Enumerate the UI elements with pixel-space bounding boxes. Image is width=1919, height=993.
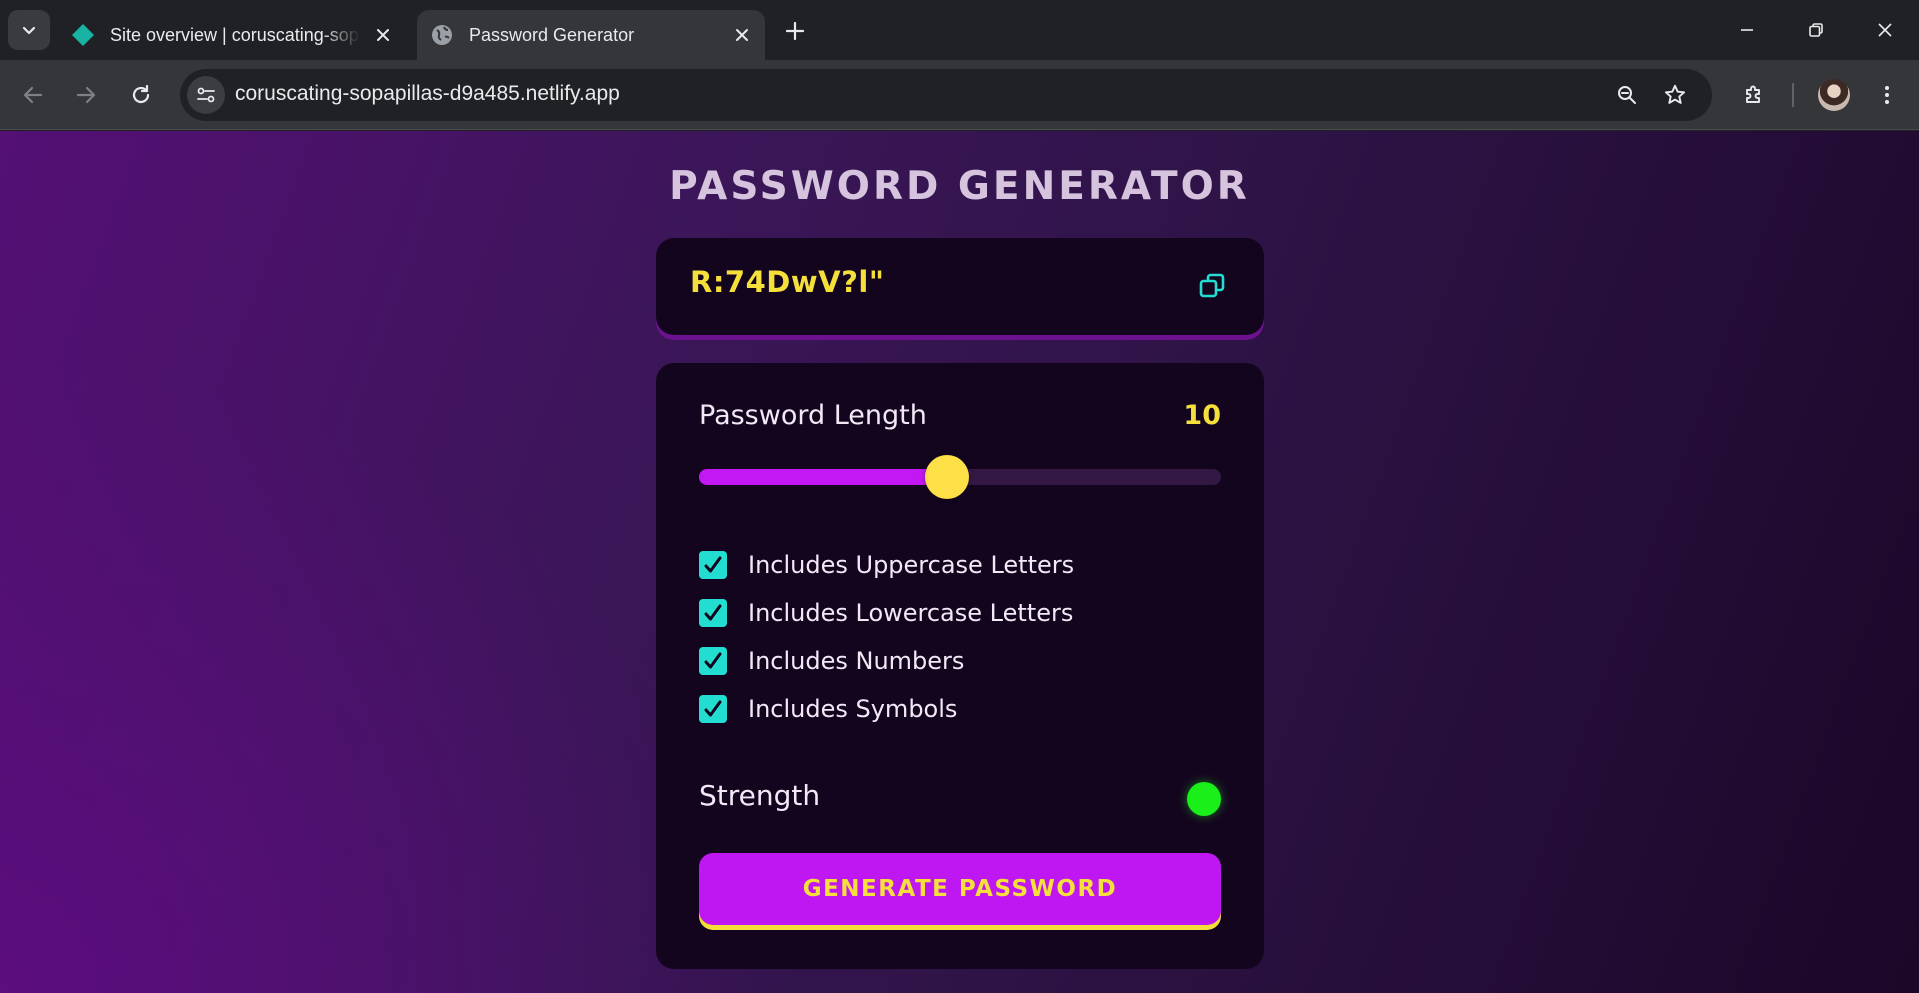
- option-label: Includes Uppercase Letters: [748, 551, 1075, 579]
- tab-strip: Site overview | coruscating-sopapillas-d…: [0, 0, 1919, 60]
- option-label: Includes Numbers: [748, 647, 965, 675]
- checkmark-icon: [704, 556, 722, 573]
- length-slider[interactable]: [699, 455, 1221, 499]
- globe-icon: [429, 22, 455, 48]
- generated-password: R:74DwV?l": [690, 265, 885, 299]
- option-symbols[interactable]: Includes Symbols: [699, 685, 1074, 733]
- close-icon[interactable]: [370, 22, 396, 48]
- checkmark-icon: [704, 604, 722, 621]
- zoom-button[interactable]: [1610, 78, 1644, 112]
- extensions-icon: [1746, 85, 1760, 103]
- browser-toolbar: coruscating-sopapillas-d9a485.netlify.ap…: [0, 60, 1919, 130]
- window-close-icon: [1878, 23, 1892, 37]
- password-display: R:74DwV?l": [656, 238, 1264, 335]
- browser-menu-button[interactable]: [1869, 77, 1905, 113]
- toolbar-divider: [1792, 83, 1794, 107]
- site-info-button[interactable]: [187, 76, 225, 114]
- window-close-button[interactable]: [1862, 10, 1908, 50]
- kebab-menu-icon: [1885, 86, 1889, 104]
- tab-password-generator[interactable]: Password Generator: [417, 10, 765, 60]
- copy-icon: [1199, 273, 1225, 298]
- reload-icon: [132, 84, 150, 104]
- slider-fill: [699, 469, 947, 485]
- bookmark-button[interactable]: [1658, 78, 1692, 112]
- checkbox[interactable]: [699, 551, 727, 579]
- forward-button[interactable]: [68, 77, 104, 113]
- back-icon: [23, 86, 43, 104]
- minimize-icon: [1741, 29, 1753, 31]
- options-card: Password Length 10 Includes Uppercase Le…: [656, 363, 1264, 969]
- close-icon[interactable]: [729, 22, 755, 48]
- restore-button[interactable]: [1793, 10, 1839, 50]
- page-viewport: PASSWORD GENERATOR R:74DwV?l" Password L…: [0, 131, 1919, 993]
- extensions-button[interactable]: [1736, 77, 1772, 113]
- checkmark-icon: [704, 652, 722, 669]
- copy-button[interactable]: [1196, 269, 1230, 303]
- strength-label: Strength: [699, 779, 821, 812]
- checkbox[interactable]: [699, 599, 727, 627]
- length-label: Password Length: [699, 400, 927, 431]
- slider-thumb[interactable]: [925, 455, 969, 499]
- generate-label: GENERATE PASSWORD: [802, 876, 1118, 902]
- option-lowercase[interactable]: Includes Lowercase Letters: [699, 589, 1074, 637]
- strength-indicator: [1187, 782, 1221, 816]
- options-list: Includes Uppercase Letters Includes Lowe…: [699, 541, 1074, 733]
- minimize-button[interactable]: [1724, 10, 1770, 50]
- new-tab-button[interactable]: [780, 16, 810, 46]
- tab-title: Password Generator: [469, 24, 635, 45]
- restore-icon: [1809, 23, 1823, 37]
- url-text[interactable]: coruscating-sopapillas-d9a485.netlify.ap…: [235, 82, 620, 106]
- option-label: Includes Symbols: [748, 695, 958, 723]
- address-bar[interactable]: coruscating-sopapillas-d9a485.netlify.ap…: [180, 69, 1712, 121]
- option-uppercase[interactable]: Includes Uppercase Letters: [699, 541, 1074, 589]
- netlify-diamond-icon: [70, 22, 96, 48]
- generate-password-button[interactable]: GENERATE PASSWORD: [699, 853, 1221, 925]
- new-tab-icon: [785, 21, 805, 41]
- tab-title: Site overview | coruscating-sopapillas-d…: [110, 24, 360, 45]
- checkbox[interactable]: [699, 647, 727, 675]
- forward-icon: [76, 86, 96, 104]
- page-title: PASSWORD GENERATOR: [669, 164, 1250, 209]
- zoom-icon: [1618, 86, 1636, 104]
- back-button[interactable]: [15, 77, 51, 113]
- tab-site-overview[interactable]: Site overview | coruscating-sopapillas-d…: [58, 10, 406, 60]
- avatar[interactable]: [1818, 79, 1850, 111]
- site-info-icon: [197, 87, 215, 103]
- option-numbers[interactable]: Includes Numbers: [699, 637, 1074, 685]
- reload-button[interactable]: [123, 77, 159, 113]
- checkbox[interactable]: [699, 695, 727, 723]
- chevron-down-icon: [22, 26, 36, 35]
- option-label: Includes Lowercase Letters: [748, 599, 1074, 627]
- bookmark-star-icon: [1664, 84, 1686, 104]
- checkmark-icon: [704, 700, 722, 717]
- tab-search-button[interactable]: [8, 10, 50, 50]
- length-value: 10: [1183, 400, 1221, 431]
